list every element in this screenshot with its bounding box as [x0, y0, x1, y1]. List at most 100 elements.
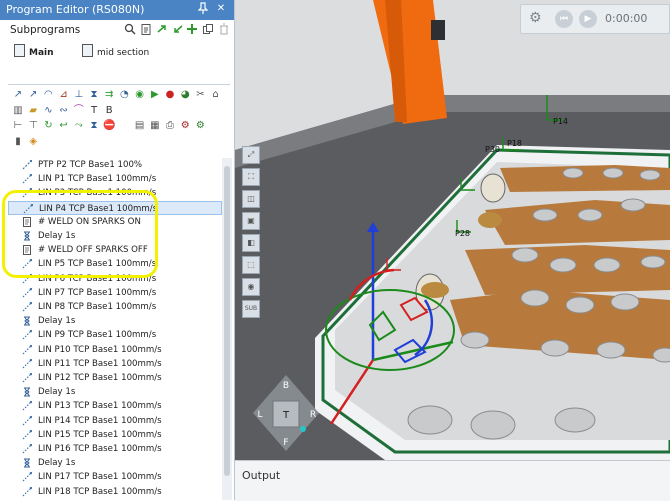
program-statement-row[interactable]: LIN P10 TCP Base1 100mm/s: [8, 343, 222, 357]
program-statement-row[interactable]: LIN P3 TCP Base1 100mm/s: [8, 186, 222, 200]
go-icon[interactable]: ◉: [134, 89, 146, 101]
3d-viewport[interactable]: P14 P18 P28 P30 ⚙ ⏮ ▶ 0:00:00 ⤢ ⛶ ◫ ▣ ◧ …: [235, 0, 670, 460]
properties-icon[interactable]: ▦: [149, 120, 161, 132]
branch-icon[interactable]: ⊢: [12, 120, 24, 132]
tool-icon[interactable]: ✂: [194, 89, 206, 101]
statement-text: LIN P9 TCP Base1 100mm/s: [38, 330, 157, 341]
copy-icon[interactable]: [202, 23, 214, 35]
statement-text: Delay 1s: [38, 316, 76, 327]
fit-view-icon[interactable]: ⤢: [242, 146, 260, 164]
arrow-b-icon[interactable]: B: [103, 105, 115, 117]
statement-text: LIN P18 TCP Base1 100mm/s: [38, 486, 162, 497]
program-statement-row[interactable]: Delay 1s: [8, 314, 222, 328]
columns-icon[interactable]: ▥: [12, 105, 24, 117]
program-statement-row[interactable]: LIN P1 TCP Base1 100mm/s: [8, 172, 222, 186]
clipboard-icon[interactable]: [140, 23, 152, 35]
wait-icon[interactable]: ⧗: [88, 89, 100, 101]
statement-text: Delay 1s: [38, 231, 76, 241]
delete-icon[interactable]: [218, 23, 230, 35]
arrow-in-icon[interactable]: [172, 23, 184, 35]
statement-text: LIN P1 TCP Base1 100mm/s: [38, 174, 157, 185]
tab-main[interactable]: Main: [14, 44, 54, 60]
play-button[interactable]: ▶: [579, 10, 597, 28]
zoom-window-icon[interactable]: ⛶: [242, 168, 260, 186]
program-editor-panel: Program Editor (RS080N) ✕ Subprograms Ma…: [0, 0, 235, 500]
tab-mid-section[interactable]: mid section: [82, 44, 149, 60]
call-icon[interactable]: ⤳: [73, 120, 85, 132]
lin-icon: [22, 443, 33, 454]
sub-button[interactable]: SUB: [242, 300, 260, 318]
pin-icon[interactable]: [196, 2, 210, 16]
camera-icon[interactable]: ◫: [242, 190, 260, 208]
circ-motion-icon[interactable]: ◠: [42, 89, 54, 101]
program-statement-row[interactable]: # WELD OFF SPARKS OFF: [8, 243, 222, 257]
shading-icon[interactable]: ◧: [242, 234, 260, 252]
rewind-button[interactable]: ⏮: [555, 10, 573, 28]
add-icon[interactable]: [186, 23, 198, 35]
gear-icon[interactable]: ⚙: [529, 10, 542, 26]
lin-icon: [22, 273, 33, 284]
statement-text: LIN P14 TCP Base1 100mm/s: [38, 415, 162, 426]
settings2-icon[interactable]: ⚙: [194, 120, 206, 132]
curve-icon[interactable]: ∾: [58, 105, 70, 117]
return-icon[interactable]: ↩: [58, 120, 70, 132]
delay-icon: [22, 387, 32, 397]
copy-points-icon[interactable]: ⇉: [103, 89, 115, 101]
program-statement-row[interactable]: LIN P7 TCP Base1 100mm/s: [8, 286, 222, 300]
scrollbar-thumb[interactable]: [224, 166, 230, 476]
list-scrollbar[interactable]: [222, 158, 232, 500]
list-icon[interactable]: ▤: [134, 120, 146, 132]
layers-icon[interactable]: ◉: [242, 278, 260, 296]
base-frame-icon[interactable]: ⊥: [73, 89, 85, 101]
arc-icon[interactable]: ⌒: [73, 105, 85, 117]
lin-icon: [22, 188, 33, 198]
close-icon[interactable]: ✕: [214, 2, 228, 16]
program-statement-row[interactable]: LIN P6 TCP Base1 100mm/s: [8, 272, 222, 286]
program-statement-row[interactable]: Delay 1s: [8, 456, 222, 470]
program-statement-row[interactable]: PTP P2 TCP Base1 100%: [8, 158, 222, 172]
program-statement-row[interactable]: Delay 1s: [8, 229, 222, 243]
program-statement-row[interactable]: LIN P8 TCP Base1 100mm/s: [8, 300, 222, 314]
selection-icon[interactable]: ⬚: [242, 256, 260, 274]
program-statement-row[interactable]: Delay 1s: [8, 385, 222, 399]
program-statement-row[interactable]: LIN P11 TCP Base1 100mm/s: [8, 357, 222, 371]
program-statement-row[interactable]: LIN P5 TCP Base1 100mm/s: [8, 257, 222, 271]
program-statement-row[interactable]: LIN P16 TCP Base1 100mm/s: [8, 442, 222, 456]
tool-frame-icon[interactable]: ⊿: [58, 89, 70, 101]
program-statement-row[interactable]: LIN P17 TCP Base1 100mm/s: [8, 470, 222, 484]
signal-icon[interactable]: ◔: [118, 89, 130, 101]
navcube-left: L: [257, 410, 262, 420]
delay-tool-icon[interactable]: ⧗: [88, 120, 100, 132]
stop-icon[interactable]: ◕: [179, 89, 191, 101]
play-icon[interactable]: ▶: [149, 89, 161, 101]
program-statement-row[interactable]: LIN P15 TCP Base1 100mm/s: [8, 428, 222, 442]
program-statement-row[interactable]: LIN P14 TCP Base1 100mm/s: [8, 414, 222, 428]
statement-text: LIN P15 TCP Base1 100mm/s: [38, 429, 162, 440]
search-icon[interactable]: [124, 23, 136, 35]
stop-sign-icon[interactable]: ⛔: [103, 120, 115, 132]
t-icon[interactable]: T: [88, 105, 100, 117]
if-icon[interactable]: ⊤: [27, 120, 39, 132]
ptp-motion-icon[interactable]: ↗: [12, 89, 24, 101]
loop-icon[interactable]: ↻: [42, 120, 54, 132]
spline-icon[interactable]: ∿: [42, 105, 54, 117]
program-statement-row[interactable]: LIN P9 TCP Base1 100mm/s: [8, 328, 222, 342]
print-icon[interactable]: ⎙: [164, 120, 176, 132]
bookmark-icon[interactable]: ▮: [12, 136, 24, 148]
lin-motion-icon[interactable]: ↗: [27, 89, 39, 101]
box-view-icon[interactable]: ▣: [242, 212, 260, 230]
program-statement-row[interactable]: LIN P13 TCP Base1 100mm/s: [8, 399, 222, 413]
home-icon[interactable]: ⌂: [210, 89, 222, 101]
weld-icon[interactable]: ◈: [27, 136, 39, 148]
navigation-cube[interactable]: B L T R F: [251, 373, 321, 453]
program-statement-row[interactable]: LIN P4 TCP Base1 100mm/s: [8, 200, 222, 215]
program-statement-row[interactable]: # WELD ON SPARKS ON: [8, 215, 222, 229]
record-icon[interactable]: ●: [164, 89, 176, 101]
program-statement-row[interactable]: LIN P12 TCP Base1 100mm/s: [8, 371, 222, 385]
folder-icon[interactable]: ▰: [27, 105, 39, 117]
settings-icon[interactable]: ⚙: [179, 120, 191, 132]
program-statement-row[interactable]: LIN P18 TCP Base1 100mm/s: [8, 485, 222, 499]
program-statement-list[interactable]: PTP P2 TCP Base1 100% LIN P1 TCP Base1 10…: [8, 158, 222, 500]
program-editor-title: Program Editor (RS080N): [6, 3, 145, 16]
arrow-out-icon[interactable]: [156, 23, 168, 35]
